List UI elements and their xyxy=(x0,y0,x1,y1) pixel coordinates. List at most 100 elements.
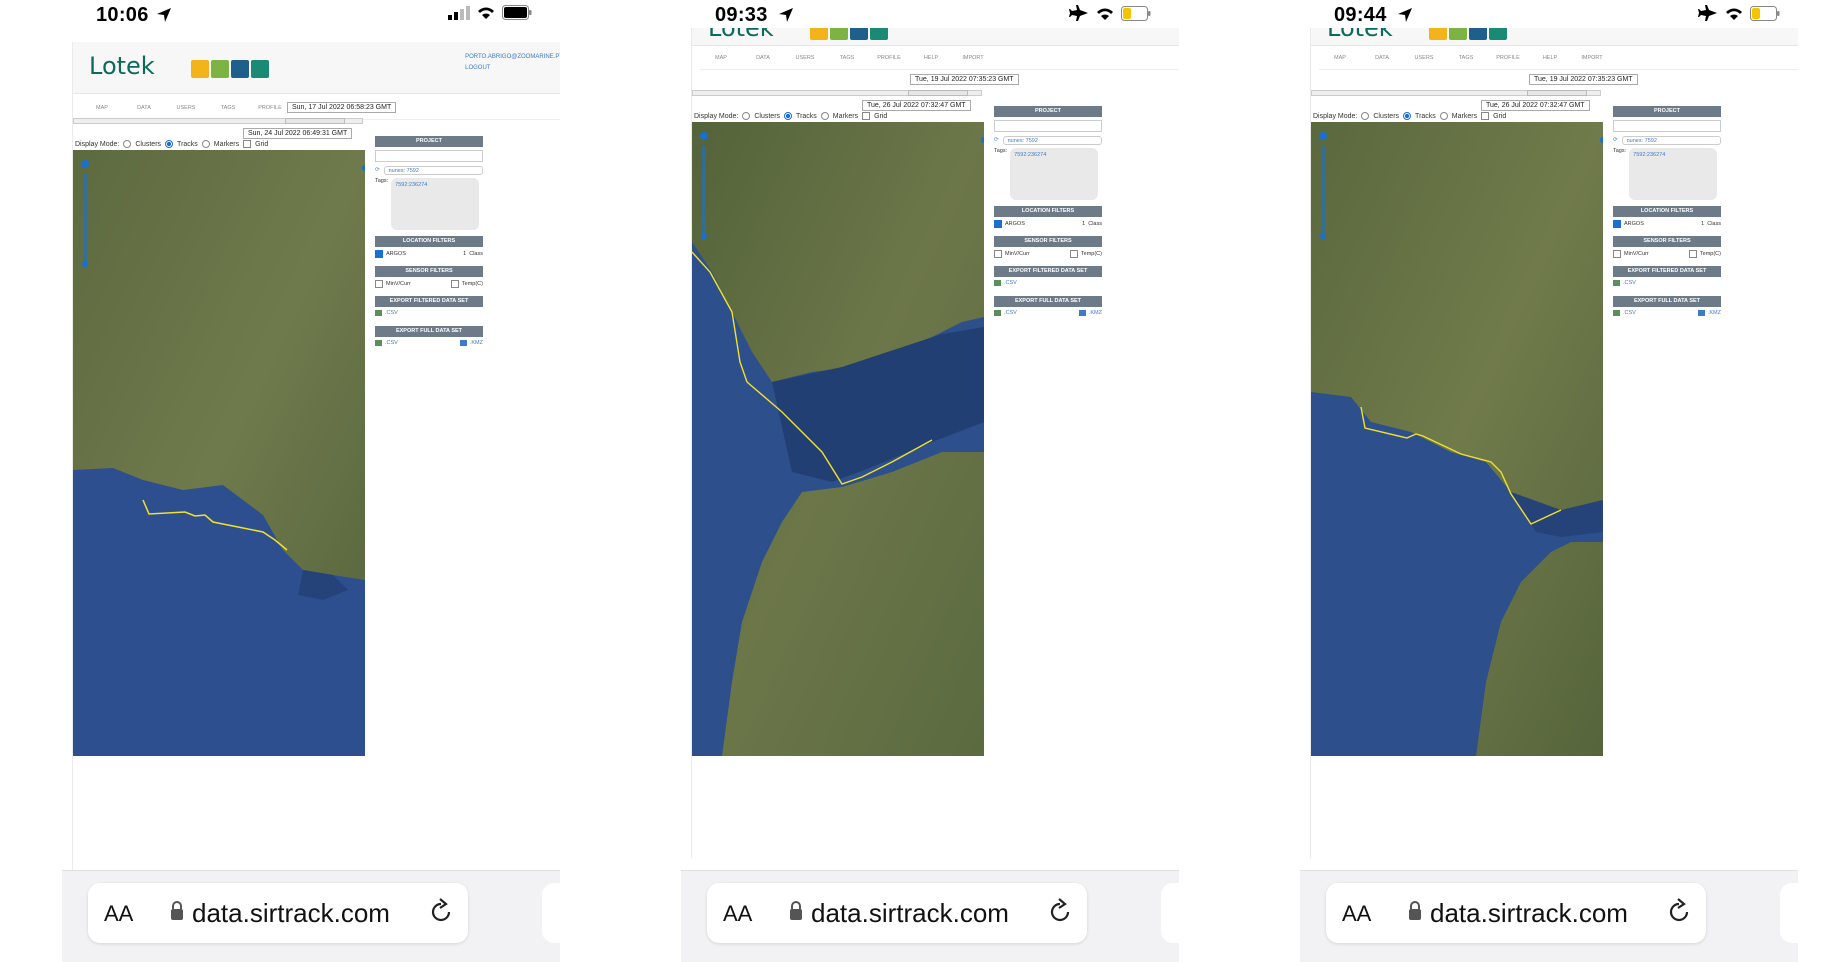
class-value[interactable]: 1 xyxy=(463,251,466,257)
nav-users[interactable]: USERS xyxy=(1403,48,1445,69)
tracks-radio[interactable] xyxy=(784,112,793,120)
temp-checkbox[interactable] xyxy=(1688,250,1697,258)
nav-users[interactable]: USERS xyxy=(165,98,207,119)
date-range-handle[interactable] xyxy=(1527,90,1587,96)
class-value[interactable]: 1 xyxy=(1082,221,1085,227)
lotek-logo[interactable]: Lotek xyxy=(708,28,774,42)
location-filters-heading: LOCATION FILTERS xyxy=(1613,206,1721,217)
export-full-csv-link[interactable]: .CSV xyxy=(385,340,398,346)
tag-item[interactable]: 7592:236274 xyxy=(395,182,427,188)
nav-profile[interactable]: PROFILE xyxy=(249,98,291,119)
grid-label: Grid xyxy=(255,140,269,148)
reload-icon[interactable] xyxy=(428,898,454,926)
markers-radio[interactable] xyxy=(820,112,829,120)
clusters-radio[interactable] xyxy=(742,112,751,120)
grid-checkbox[interactable] xyxy=(1481,112,1490,120)
argos-filter-row: ARGOS 1 Class xyxy=(1613,220,1721,228)
satellite-map[interactable] xyxy=(1311,122,1603,756)
user-email-link[interactable]: PORTO.ABRIGO@ZOOMARINE.PT xyxy=(465,52,560,63)
project-search-input[interactable] xyxy=(1613,120,1721,132)
satellite-map[interactable] xyxy=(692,122,984,756)
map-zoom-control[interactable] xyxy=(81,160,89,270)
refresh-icon[interactable]: ⟳ xyxy=(1613,137,1618,143)
argos-checkbox[interactable] xyxy=(375,250,383,258)
map-zoom-control[interactable] xyxy=(700,132,708,242)
date-range-handle[interactable] xyxy=(285,118,345,124)
project-select[interactable]: nunes: 7592 xyxy=(383,165,483,175)
nav-users[interactable]: USERS xyxy=(784,48,826,69)
nav-tags[interactable]: TAGS xyxy=(207,98,249,119)
tracks-radio[interactable] xyxy=(1403,112,1412,120)
lotek-logo[interactable]: Lotek xyxy=(1327,28,1393,42)
export-full-kmz-link[interactable]: .KMZ xyxy=(1708,310,1721,316)
export-filtered-csv-link[interactable]: .CSV xyxy=(1004,280,1017,286)
logout-link[interactable]: LOGOUT xyxy=(465,63,560,74)
export-full-kmz-link[interactable]: .KMZ xyxy=(470,340,483,346)
minv-checkbox[interactable] xyxy=(994,250,1002,258)
satellite-map[interactable] xyxy=(73,150,365,756)
markers-radio[interactable] xyxy=(1439,112,1448,120)
nav-data[interactable]: DATA xyxy=(742,48,784,69)
refresh-icon[interactable]: ⟳ xyxy=(994,137,999,143)
reader-aa-button[interactable]: AA xyxy=(723,901,752,927)
address-bar[interactable]: AA data.sirtrack.com xyxy=(88,883,468,943)
minv-checkbox[interactable] xyxy=(375,280,383,288)
class-value[interactable]: 1 xyxy=(1701,221,1704,227)
address-bar[interactable]: AA data.sirtrack.com xyxy=(1326,883,1706,943)
nav-help[interactable]: HELP xyxy=(1529,48,1571,69)
nav-import[interactable]: IMPORT xyxy=(1571,48,1613,69)
project-select[interactable]: nunes: 7592 xyxy=(1621,135,1721,145)
project-select[interactable]: nunes: 7592 xyxy=(1002,135,1102,145)
next-tab-edge[interactable] xyxy=(1780,883,1798,943)
tags-list[interactable]: 7592:236274 xyxy=(1010,148,1099,200)
address-bar[interactable]: AA data.sirtrack.com xyxy=(707,883,1087,943)
clusters-radio[interactable] xyxy=(1361,112,1370,120)
reader-aa-button[interactable]: AA xyxy=(1342,901,1371,927)
export-full-heading: EXPORT FULL DATA SET xyxy=(1613,296,1721,307)
next-tab-edge[interactable] xyxy=(542,883,560,943)
export-full-csv-link[interactable]: .CSV xyxy=(1623,310,1636,316)
export-filtered-csv-link[interactable]: .CSV xyxy=(1623,280,1636,286)
tag-item[interactable]: 7592:236274 xyxy=(1014,152,1046,158)
minv-checkbox[interactable] xyxy=(1613,250,1621,258)
export-full-kmz-link[interactable]: .KMZ xyxy=(1089,310,1102,316)
cellular-signal-icon xyxy=(448,5,470,20)
nav-map[interactable]: MAP xyxy=(1319,48,1361,69)
project-search-input[interactable] xyxy=(994,120,1102,132)
tags-list[interactable]: 7592:236274 xyxy=(391,178,480,230)
nav-data[interactable]: DATA xyxy=(123,98,165,119)
nav-tags[interactable]: TAGS xyxy=(826,48,868,69)
argos-checkbox[interactable] xyxy=(1613,220,1621,228)
nav-profile[interactable]: PROFILE xyxy=(868,48,910,69)
export-filtered-csv-link[interactable]: .CSV xyxy=(385,310,398,316)
nav-data[interactable]: DATA xyxy=(1361,48,1403,69)
grid-checkbox[interactable] xyxy=(862,112,871,120)
reload-icon[interactable] xyxy=(1047,898,1073,926)
range-end-label: Tue, 26 Jul 2022 07:32:47 GMT xyxy=(862,100,971,111)
reload-icon[interactable] xyxy=(1666,898,1692,926)
date-range-handle[interactable] xyxy=(908,90,968,96)
nav-profile[interactable]: PROFILE xyxy=(1487,48,1529,69)
clusters-radio[interactable] xyxy=(123,140,132,148)
export-full-csv-link[interactable]: .CSV xyxy=(1004,310,1017,316)
next-tab-edge[interactable] xyxy=(1161,883,1179,943)
nav-map[interactable]: MAP xyxy=(81,98,123,119)
nav-tags[interactable]: TAGS xyxy=(1445,48,1487,69)
tags-row: Tags: 7592:236274 xyxy=(994,148,1102,200)
map-zoom-control[interactable] xyxy=(1319,132,1327,242)
grid-checkbox[interactable] xyxy=(243,140,252,148)
nav-map[interactable]: MAP xyxy=(700,48,742,69)
refresh-icon[interactable]: ⟳ xyxy=(375,167,380,173)
argos-checkbox[interactable] xyxy=(994,220,1002,228)
lotek-logo[interactable]: Lotek xyxy=(89,52,155,80)
tracks-radio[interactable] xyxy=(165,140,174,148)
project-search-input[interactable] xyxy=(375,150,483,162)
nav-help[interactable]: HELP xyxy=(910,48,952,69)
reader-aa-button[interactable]: AA xyxy=(104,901,133,927)
tags-list[interactable]: 7592:236274 xyxy=(1629,148,1718,200)
temp-checkbox[interactable] xyxy=(1069,250,1078,258)
markers-radio[interactable] xyxy=(201,140,210,148)
nav-import[interactable]: IMPORT xyxy=(952,48,994,69)
tag-item[interactable]: 7592:236274 xyxy=(1633,152,1665,158)
temp-checkbox[interactable] xyxy=(450,280,459,288)
